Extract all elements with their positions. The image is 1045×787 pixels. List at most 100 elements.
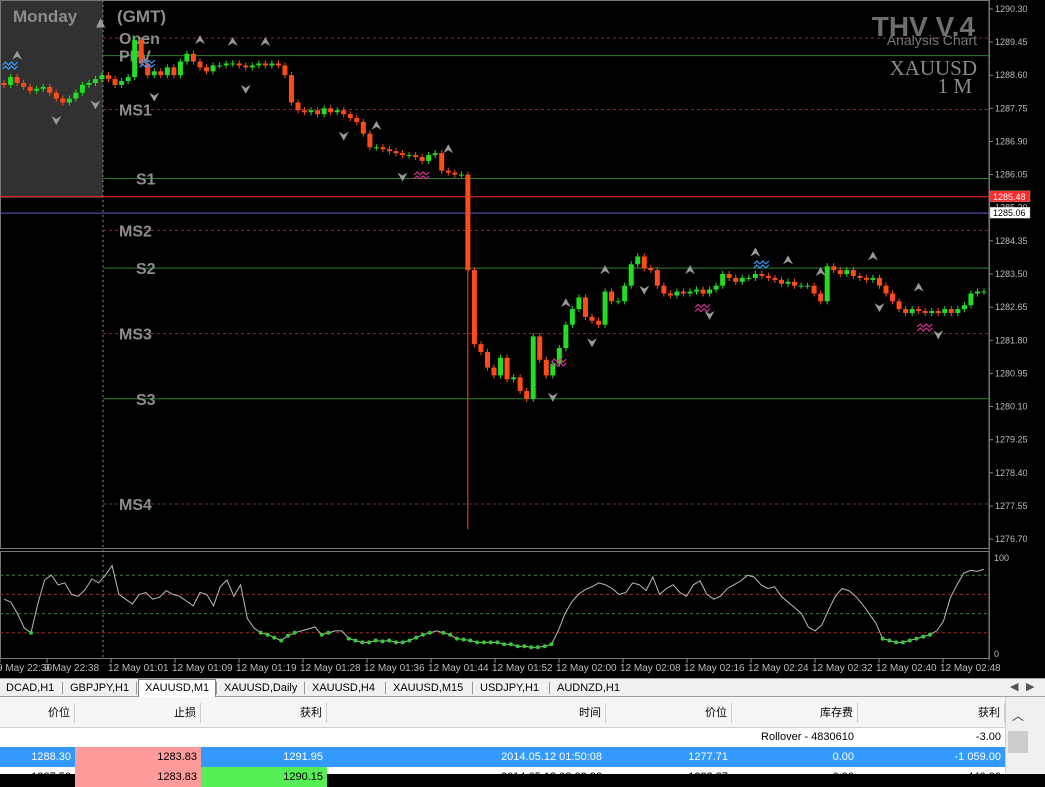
column-header-1[interactable]: 止损 <box>75 703 201 723</box>
oversold-point <box>522 644 527 649</box>
candle <box>602 288 608 328</box>
y-tick-label: 1288.60 <box>995 70 1028 80</box>
tab-separator <box>304 682 305 694</box>
level-label-ms1: MS1 <box>119 102 152 119</box>
candle <box>484 348 490 371</box>
candle <box>563 321 569 352</box>
oversold-point <box>326 630 331 635</box>
oversold-point <box>448 632 453 637</box>
candle <box>537 333 543 363</box>
candle <box>628 261 634 289</box>
table-cell: 1288.30 <box>31 751 71 763</box>
table-cell: 2014.05.12 02:02:28 <box>501 771 602 783</box>
y-tick-label: 1284.35 <box>995 236 1028 246</box>
oversold-point <box>414 635 419 640</box>
table-cell <box>0 727 75 747</box>
candle <box>498 354 504 379</box>
x-tick-label: 12 May 02:48 <box>940 663 1001 674</box>
y-tick-label: 1280.95 <box>995 368 1028 378</box>
oversold-point <box>515 644 520 649</box>
oversold-point <box>360 640 365 645</box>
oversold-point <box>475 640 480 645</box>
oversold-point <box>367 640 371 645</box>
y-tick-label: 1278.40 <box>995 468 1028 478</box>
oversold-point <box>421 632 425 637</box>
oversold-point <box>481 640 486 645</box>
tab-separator <box>385 682 386 694</box>
tab-scroll-right-icon[interactable]: ▶ <box>1026 680 1034 693</box>
chart-tab-usdjpy-h1[interactable]: USDJPY,H1 <box>474 680 545 696</box>
x-tick-label: 12 May 02:40 <box>876 663 937 674</box>
candle <box>622 282 628 305</box>
x-tick-label: 12 May 01:19 <box>236 663 297 674</box>
table-cell: 0.00 <box>832 751 854 763</box>
table-row[interactable]: 1288.30 1283.83 1291.95 2014.05.12 01:50:08… <box>0 747 1005 767</box>
candle <box>824 263 830 305</box>
oversold-point <box>380 639 385 644</box>
oversold-point <box>900 640 905 645</box>
tab-separator <box>472 682 473 694</box>
tab-scroll-left-icon[interactable]: ◀ <box>1010 680 1018 693</box>
column-header-2[interactable]: 获利 <box>201 703 327 723</box>
column-header-5[interactable]: 库存费 <box>732 703 858 723</box>
terminal-header: 价位 止损 获利 时间 价位 库存费 获利 <box>0 697 1005 728</box>
chart-tab-xauusd-daily[interactable]: XAUUSD,Daily <box>218 680 303 696</box>
scroll-thumb[interactable] <box>1008 731 1028 753</box>
candle <box>132 36 138 81</box>
column-header-4[interactable]: 价位 <box>606 703 732 723</box>
oversold-point <box>927 632 932 637</box>
table-cell: 1291.95 <box>283 751 323 763</box>
column-header-6[interactable]: 获利 <box>858 703 1005 723</box>
y-tick-label: 1289.45 <box>995 37 1028 47</box>
column-header-0[interactable]: 价位 <box>0 703 75 723</box>
table-cell <box>326 727 606 747</box>
oversold-point <box>914 636 919 641</box>
table-cell: -1 059.00 <box>954 751 1001 763</box>
chart-tab-xauusd-m15[interactable]: XAUUSD,M15 <box>387 680 469 696</box>
x-tick-label: 12 May 01:01 <box>108 663 169 674</box>
session-day-label: Monday <box>13 7 78 26</box>
oversold-point <box>265 632 270 637</box>
table-cell: 1282.87 <box>688 771 728 783</box>
chart-tab-dcad-h1[interactable]: DCAD,H1 <box>0 680 60 696</box>
oversold-point <box>441 630 446 635</box>
y-tick-label: 1281.80 <box>995 335 1028 345</box>
x-tick-label: 12 May 02:32 <box>812 663 873 674</box>
level-label-ms2: MS2 <box>119 223 152 240</box>
y-tick-label: 1290.30 <box>995 4 1028 14</box>
oversold-point <box>549 642 554 647</box>
oversold-point <box>353 638 358 643</box>
oversold-point <box>346 636 351 641</box>
candle <box>504 354 510 383</box>
indicator-scale-label: 0 <box>994 649 999 659</box>
y-tick-label: 1282.65 <box>995 302 1028 312</box>
price-chart[interactable]: OpenPPVMS1S1MS2S2MS3S3MS4 1290.301289.45… <box>0 0 1045 678</box>
table-cell: 2014.05.12 01:50:08 <box>501 751 602 763</box>
terminal-scrollbar[interactable]: ︿ <box>1005 697 1030 774</box>
oversold-point <box>502 642 507 647</box>
chart-tab-xauusd-h4[interactable]: XAUUSD,H4 <box>306 680 381 696</box>
tab-separator <box>62 682 63 694</box>
oversold-point <box>387 638 392 643</box>
oversold-point <box>427 630 432 635</box>
x-tick-label: 12 May 01:28 <box>300 663 361 674</box>
table-cell: -3.00 <box>975 731 1001 743</box>
scroll-up-icon[interactable]: ︿ <box>1009 707 1027 725</box>
oversold-point <box>394 640 398 645</box>
tab-separator <box>136 682 137 694</box>
chart-tab-gbpjpy-h1[interactable]: GBPJPY,H1 <box>64 680 135 696</box>
y-tick-label: 1276.70 <box>995 534 1028 544</box>
oversold-point <box>292 630 297 635</box>
x-tick-label: 12 May 02:24 <box>748 663 809 674</box>
indicator-scale-label: 100 <box>994 553 1009 563</box>
previous-session-shade <box>0 0 103 198</box>
chart-tab-audnzd-h1[interactable]: AUDNZD,H1 <box>551 680 626 696</box>
oversold-point <box>454 636 459 641</box>
oversold-point <box>279 638 284 643</box>
table-row[interactable]: Rollover - 4830610 -3.00 <box>0 727 1005 747</box>
chart-tab-xauusd-m1[interactable]: XAUUSD,M1 <box>138 679 217 698</box>
chart-up-arrow-icon: ▲ <box>96 15 106 29</box>
candle <box>582 294 588 321</box>
table-row[interactable]: 1287.50 1283.83 1290.15 2014.05.12 02:02:28… <box>0 767 1005 787</box>
column-header-3[interactable]: 时间 <box>326 703 606 723</box>
